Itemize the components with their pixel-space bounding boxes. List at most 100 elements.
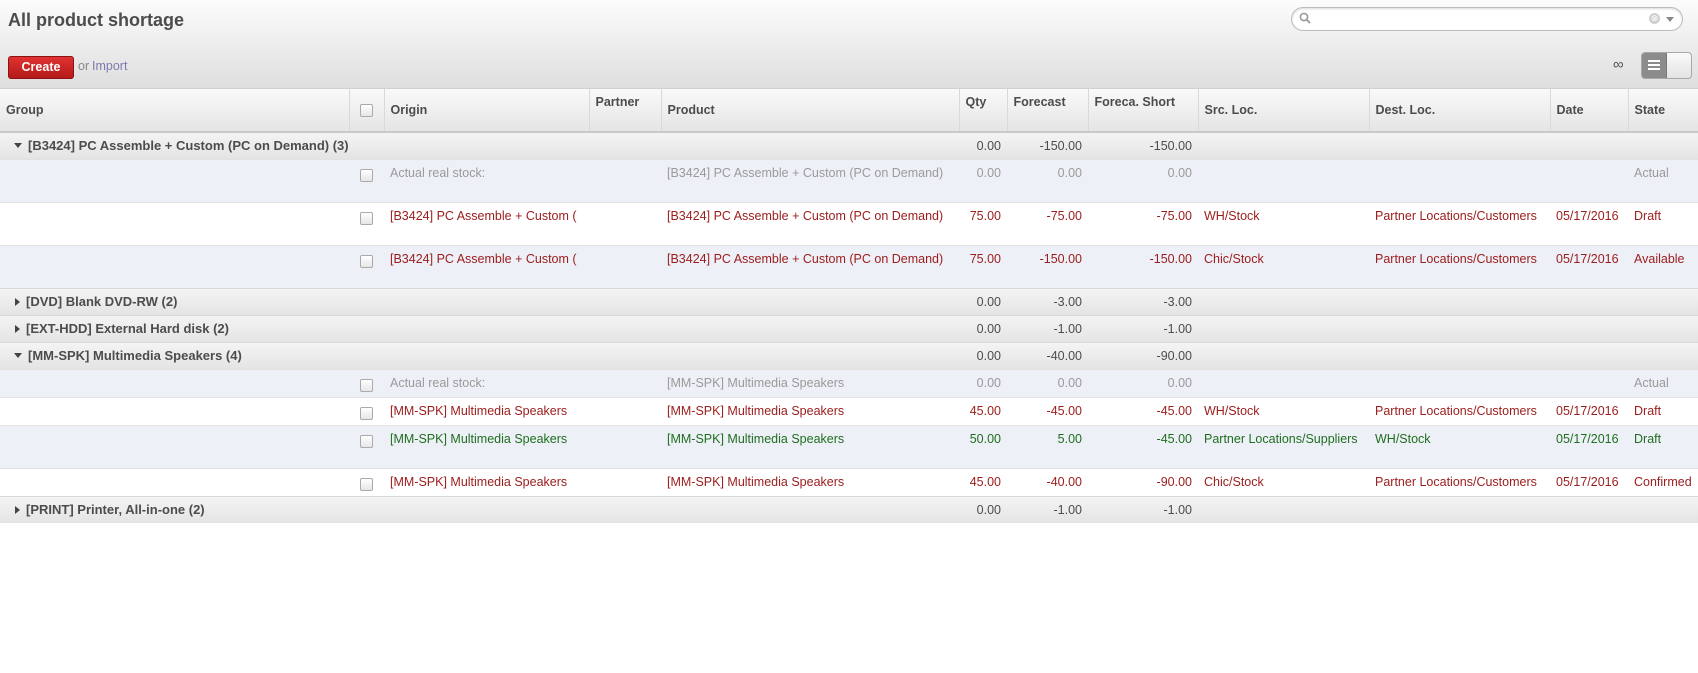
state-cell[interactable]: Draft <box>1628 425 1698 468</box>
row-checkbox[interactable] <box>360 211 373 225</box>
dest-loc-cell[interactable]: Partner Locations/Customers <box>1369 245 1550 288</box>
qty-cell[interactable]: 45.00 <box>959 468 1007 496</box>
date-cell[interactable]: 05/17/2016 <box>1550 468 1628 496</box>
col-qty[interactable]: Qty <box>959 89 1008 133</box>
group-row[interactable]: [PRINT] Printer, All-in-one (2) 0.00 -1.00… <box>0 496 1698 523</box>
dest-loc-cell[interactable] <box>1369 159 1550 202</box>
col-date[interactable]: Date <box>1550 89 1629 133</box>
product-cell[interactable]: [MM-SPK] Multimedia Speakers <box>661 397 959 425</box>
row-checkbox[interactable] <box>360 477 373 491</box>
qty-cell[interactable]: 45.00 <box>959 397 1007 425</box>
src-loc-cell[interactable]: WH/Stock <box>1198 397 1369 425</box>
caret-right-icon[interactable] <box>15 506 20 515</box>
product-cell[interactable]: [B3424] PC Assemble + Custom (PC on Dema… <box>661 202 959 245</box>
forecast-cell[interactable]: 0.00 <box>1007 159 1088 202</box>
origin-cell[interactable]: Actual real stock: <box>384 369 589 397</box>
col-forecast-short[interactable]: Foreca. Short <box>1088 89 1199 133</box>
forecast-cell[interactable]: 5.00 <box>1007 425 1088 468</box>
forecast-short-cell[interactable]: -45.00 <box>1088 425 1198 468</box>
partner-cell[interactable] <box>589 468 661 496</box>
state-cell[interactable]: Draft <box>1628 202 1698 245</box>
forecast-short-cell[interactable]: -45.00 <box>1088 397 1198 425</box>
partner-cell[interactable] <box>589 397 661 425</box>
table-row[interactable]: [B3424] PC Assemble + Custom ( [B3424] PC… <box>0 202 1698 245</box>
state-cell[interactable]: Actual <box>1628 369 1698 397</box>
table-row[interactable]: Actual real stock: [MM-SPK] Multimedia Sp… <box>0 369 1698 397</box>
caret-right-icon[interactable] <box>15 298 20 307</box>
product-cell[interactable]: [MM-SPK] Multimedia Speakers <box>661 369 959 397</box>
state-cell[interactable]: Available <box>1628 245 1698 288</box>
src-loc-cell[interactable] <box>1198 369 1369 397</box>
dest-loc-cell[interactable]: WH/Stock <box>1369 425 1550 468</box>
date-cell[interactable]: 05/17/2016 <box>1550 202 1628 245</box>
origin-cell[interactable]: Actual real stock: <box>384 159 589 202</box>
qty-cell[interactable]: 75.00 <box>959 245 1007 288</box>
clear-search-icon[interactable]: ⊗ <box>1649 13 1660 24</box>
product-cell[interactable]: [MM-SPK] Multimedia Speakers <box>661 468 959 496</box>
date-cell[interactable] <box>1550 369 1628 397</box>
search-box[interactable]: ⊗ <box>1291 7 1683 31</box>
group-name-cell[interactable]: [DVD] Blank DVD-RW (2) <box>0 288 349 315</box>
group-name-cell[interactable]: [EXT-HDD] External Hard disk (2) <box>0 315 349 342</box>
forecast-short-cell[interactable]: -75.00 <box>1088 202 1198 245</box>
state-cell[interactable]: Draft <box>1628 397 1698 425</box>
table-row[interactable]: [MM-SPK] Multimedia Speakers [MM-SPK] Mul… <box>0 468 1698 496</box>
date-cell[interactable]: 05/17/2016 <box>1550 245 1628 288</box>
state-cell[interactable]: Confirmed <box>1628 468 1698 496</box>
forecast-short-cell[interactable]: 0.00 <box>1088 159 1198 202</box>
group-name-cell[interactable]: [MM-SPK] Multimedia Speakers (4) <box>0 342 349 369</box>
origin-cell[interactable]: [MM-SPK] Multimedia Speakers <box>384 468 589 496</box>
product-cell[interactable]: [MM-SPK] Multimedia Speakers <box>661 425 959 468</box>
dest-loc-cell[interactable]: Partner Locations/Customers <box>1369 397 1550 425</box>
col-forecast[interactable]: Forecast <box>1007 89 1089 133</box>
group-row[interactable]: [B3424] PC Assemble + Custom (PC on Dema… <box>0 132 1698 159</box>
caret-right-icon[interactable] <box>15 325 20 334</box>
group-row[interactable]: [DVD] Blank DVD-RW (2) 0.00 -3.00 -3.00 <box>0 288 1698 315</box>
state-cell[interactable]: Actual <box>1628 159 1698 202</box>
row-checkbox[interactable] <box>360 378 373 392</box>
search-options-dropdown-icon[interactable] <box>1666 17 1674 22</box>
pager-limit[interactable]: ∞ <box>1613 56 1624 73</box>
src-loc-cell[interactable]: Chic/Stock <box>1198 468 1369 496</box>
col-state[interactable]: State <box>1628 89 1698 133</box>
dest-loc-cell[interactable] <box>1369 369 1550 397</box>
row-checkbox[interactable] <box>360 434 373 448</box>
group-name-cell[interactable]: [B3424] PC Assemble + Custom (PC on Dema… <box>0 132 349 159</box>
group-name-cell[interactable]: [PRINT] Printer, All-in-one (2) <box>0 496 349 523</box>
forecast-cell[interactable]: -150.00 <box>1007 245 1088 288</box>
origin-cell[interactable]: [B3424] PC Assemble + Custom ( <box>384 202 589 245</box>
partner-cell[interactable] <box>589 425 661 468</box>
qty-cell[interactable]: 0.00 <box>959 159 1007 202</box>
col-origin[interactable]: Origin <box>384 89 590 133</box>
caret-down-icon[interactable] <box>14 353 22 359</box>
import-link[interactable]: Import <box>92 59 127 73</box>
row-checkbox[interactable] <box>360 254 373 268</box>
table-row[interactable]: Actual real stock: [B3424] PC Assemble + … <box>0 159 1698 202</box>
col-src-loc[interactable]: Src. Loc. <box>1198 89 1370 133</box>
table-row[interactable]: [MM-SPK] Multimedia Speakers [MM-SPK] Mul… <box>0 397 1698 425</box>
col-group[interactable]: Group <box>0 89 350 133</box>
src-loc-cell[interactable]: WH/Stock <box>1198 202 1369 245</box>
src-loc-cell[interactable]: Partner Locations/Suppliers <box>1198 425 1369 468</box>
list-view-button[interactable] <box>1642 53 1667 78</box>
forecast-cell[interactable]: -40.00 <box>1007 468 1088 496</box>
dest-loc-cell[interactable]: Partner Locations/Customers <box>1369 202 1550 245</box>
create-button[interactable]: Create <box>8 56 74 79</box>
group-row[interactable]: [MM-SPK] Multimedia Speakers (4) 0.00 -40.… <box>0 342 1698 369</box>
origin-cell[interactable]: [MM-SPK] Multimedia Speakers <box>384 397 589 425</box>
partner-cell[interactable] <box>589 369 661 397</box>
group-row[interactable]: [EXT-HDD] External Hard disk (2) 0.00 -1.0… <box>0 315 1698 342</box>
forecast-cell[interactable]: -75.00 <box>1007 202 1088 245</box>
qty-cell[interactable]: 0.00 <box>959 369 1007 397</box>
col-dest-loc[interactable]: Dest. Loc. <box>1369 89 1551 133</box>
row-checkbox[interactable] <box>360 406 373 420</box>
origin-cell[interactable]: [MM-SPK] Multimedia Speakers <box>384 425 589 468</box>
qty-cell[interactable]: 50.00 <box>959 425 1007 468</box>
partner-cell[interactable] <box>589 159 661 202</box>
table-row[interactable]: [B3424] PC Assemble + Custom ([B3424] PC… <box>0 245 1698 288</box>
row-checkbox[interactable] <box>360 168 373 182</box>
forecast-short-cell[interactable]: -150.00 <box>1088 245 1198 288</box>
forecast-short-cell[interactable]: -90.00 <box>1088 468 1198 496</box>
dest-loc-cell[interactable]: Partner Locations/Customers <box>1369 468 1550 496</box>
form-view-button[interactable] <box>1667 53 1691 78</box>
